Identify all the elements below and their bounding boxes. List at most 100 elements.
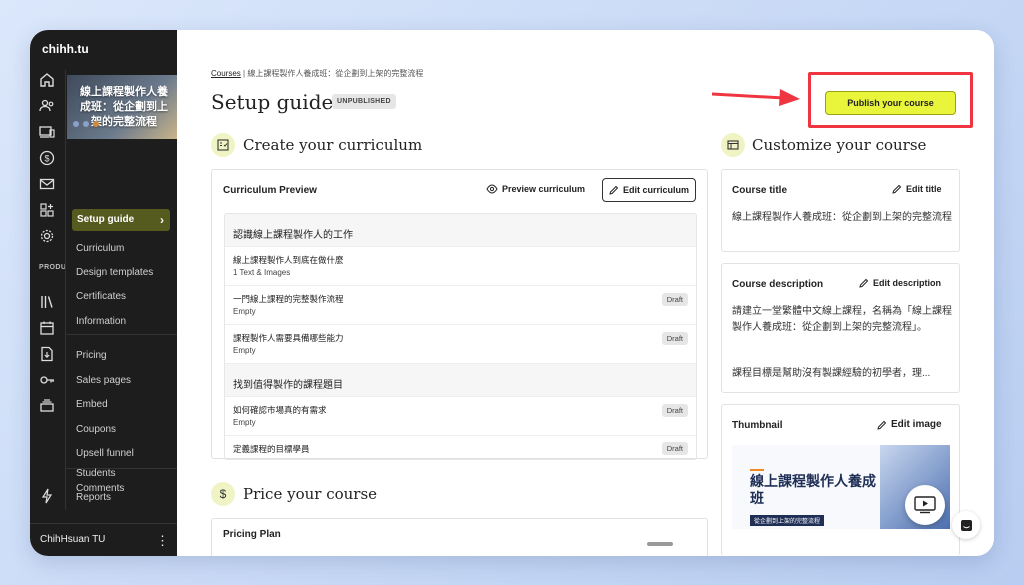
course-description-text-2: 課程目標是幫助沒有製課經驗的初學者，理... — [732, 368, 931, 379]
pencil-icon — [892, 184, 902, 194]
preview-curriculum-button[interactable]: Preview curriculum — [486, 184, 585, 194]
pricing-plan-card: Pricing Plan — [211, 518, 708, 556]
gear-icon[interactable] — [38, 228, 56, 246]
pricing-section-title: Price your course — [243, 485, 378, 503]
pricing-plan-title: Pricing Plan — [223, 529, 281, 540]
chat-icon[interactable] — [952, 511, 980, 539]
brand-name: chihh.tu — [42, 42, 89, 56]
stack-icon[interactable] — [38, 398, 56, 416]
edit-description-button[interactable]: Edit description — [859, 278, 941, 288]
sidebar-item-pricing[interactable]: Pricing — [76, 350, 107, 361]
thumbnail-dots — [73, 121, 99, 127]
lightning-icon[interactable] — [38, 488, 56, 506]
course-description-card: Course description Edit description 請建立一… — [721, 263, 960, 393]
lesson-title: 定義課程的目標學員 — [233, 444, 310, 454]
edit-curriculum-button[interactable]: Edit curriculum — [602, 178, 697, 202]
lesson-subtitle: Empty — [233, 346, 256, 355]
annotation-arrow-icon — [712, 89, 800, 106]
chapter-title: 認識線上課程製作人的工作 — [233, 230, 353, 241]
lesson-row[interactable]: 如何確認市場真的有需求 Empty Draft — [225, 397, 696, 436]
edit-title-button[interactable]: Edit title — [892, 184, 942, 194]
lesson-title: 如何確認市場真的有需求 — [233, 405, 327, 415]
lesson-row[interactable]: 課程製作人需要具備哪些能力 Empty Draft — [225, 325, 696, 364]
chevron-right-icon: › — [160, 213, 164, 227]
sidebar-item-certificates[interactable]: Certificates — [76, 291, 126, 302]
mail-icon[interactable] — [38, 176, 56, 194]
layout-icon — [721, 133, 745, 157]
course-title-card: Course title Edit title 線上課程製作人養成班：從企劃到上… — [721, 169, 960, 252]
home-icon[interactable] — [38, 72, 56, 90]
dollar-icon[interactable]: $ — [38, 150, 56, 168]
sidebar-item-information[interactable]: Information — [76, 316, 126, 327]
svg-text:$: $ — [44, 154, 49, 164]
course-title-label: Course title — [732, 185, 788, 196]
calendar-icon[interactable] — [38, 320, 56, 338]
curriculum-section-title: Create your curriculum — [243, 136, 423, 154]
sidebar-item-coupons[interactable]: Coupons — [76, 424, 116, 435]
chapter-title: 找到值得製作的課程題目 — [233, 380, 343, 391]
thumbnail-image-title: 線上課程製作人養成班 — [750, 473, 876, 506]
preview-curriculum-label: Preview curriculum — [502, 184, 586, 194]
icon-rail: $ PRODU — [30, 70, 67, 556]
curriculum-list: 認識線上課程製作人的工作 線上課程製作人到底在做什麼 1 Text & Imag… — [224, 213, 697, 460]
edit-title-label: Edit title — [906, 184, 942, 194]
eye-icon — [486, 184, 498, 194]
breadcrumb-courses-link[interactable]: Courses — [211, 69, 241, 78]
curriculum-preview-title: Curriculum Preview — [223, 185, 317, 196]
curriculum-icon — [211, 133, 235, 157]
course-title-value: 線上課程製作人養成班：從企劃到上架的完整流程 — [732, 212, 952, 223]
key-icon[interactable] — [38, 372, 56, 390]
lesson-row[interactable]: 定義課程的目標學員 Draft — [225, 436, 696, 459]
apps-icon[interactable] — [38, 202, 56, 220]
sidebar-item-setup-guide[interactable]: Setup guide › — [72, 209, 170, 231]
lesson-row[interactable]: 一門線上課程的完整製作流程 Empty Draft — [225, 286, 696, 325]
users-icon[interactable] — [38, 98, 56, 116]
lesson-subtitle: Empty — [233, 307, 256, 316]
chapter-row[interactable]: 認識線上課程製作人的工作 — [225, 214, 696, 247]
course-description-text: 請建立一堂繁體中文線上課程，名稱為「線上課程製作人養成班：從企劃到上架的完整流程… — [732, 306, 952, 333]
sidebar-item-reports[interactable]: Reports — [76, 492, 111, 503]
edit-image-button[interactable]: Edit image — [877, 419, 942, 430]
course-description-label: Course description — [732, 279, 824, 290]
user-bar[interactable]: ChihHsuan TU ⋮ — [30, 523, 177, 556]
draft-badge: Draft — [661, 332, 688, 345]
thumbnail-image-subtitle: 從企劃到上架的完整流程 — [750, 515, 825, 526]
curriculum-preview-card: Curriculum Preview Preview curriculum Ed… — [211, 169, 708, 460]
annotation-highlight-box — [808, 72, 973, 128]
edit-image-label: Edit image — [891, 419, 942, 430]
status-badge: UNPUBLISHED — [332, 94, 396, 109]
lesson-row[interactable]: 線上課程製作人到底在做什麼 1 Text & Images — [225, 247, 696, 286]
draft-badge: Draft — [661, 442, 688, 455]
download-icon[interactable] — [38, 346, 56, 364]
video-play-icon[interactable] — [905, 485, 945, 525]
sidebar-item-design-templates[interactable]: Design templates — [76, 267, 153, 278]
sidebar-item-curriculum[interactable]: Curriculum — [76, 243, 124, 254]
edit-curriculum-label: Edit curriculum — [623, 185, 690, 195]
page-title: Setup guide — [211, 90, 334, 114]
sidebar-item-embed[interactable]: Embed — [76, 399, 108, 410]
pencil-icon — [609, 185, 619, 195]
user-name: ChihHsuan TU — [40, 534, 106, 545]
sidebar-item-students[interactable]: Students — [76, 468, 115, 479]
thumbnail-card: Thumbnail Edit image 線上課程製作人養成班 從企劃到上架的完… — [721, 404, 960, 556]
kebab-menu-icon[interactable]: ⋮ — [156, 533, 169, 549]
sidebar-item-sales-pages[interactable]: Sales pages — [76, 375, 131, 386]
draft-badge: Draft — [661, 404, 688, 417]
products-rail-label: PRODU — [39, 264, 67, 271]
chapter-row[interactable]: 找到值得製作的課程題目 — [225, 364, 696, 397]
devices-icon[interactable] — [38, 124, 56, 142]
draft-badge: Draft — [661, 293, 688, 306]
breadcrumb: Courses | 線上課程製作人養成班：從企劃到上架的完整流程 — [211, 68, 423, 79]
library-icon[interactable] — [38, 294, 56, 312]
scroll-handle[interactable] — [647, 542, 673, 546]
customize-section-title: Customize your course — [752, 136, 927, 154]
course-nav: 線上課程製作人養成班：從企劃到上架的完整流程 Setup guide › Cur… — [65, 70, 178, 510]
sidebar: chihh.tu $ PRODU 線上課程製作人養成班：從企劃到上架的完整流程 … — [30, 30, 178, 556]
nav-divider — [66, 334, 178, 335]
breadcrumb-current: 線上課程製作人養成班：從企劃到上架的完整流程 — [247, 69, 424, 78]
sidebar-item-upsell-funnel[interactable]: Upsell funnel — [76, 448, 134, 459]
pencil-icon — [859, 278, 869, 288]
dollar-icon: $ — [211, 482, 235, 506]
course-thumbnail[interactable]: 線上課程製作人養成班：從企劃到上架的完整流程 — [67, 75, 177, 139]
thumbnail-label: Thumbnail — [732, 420, 783, 431]
